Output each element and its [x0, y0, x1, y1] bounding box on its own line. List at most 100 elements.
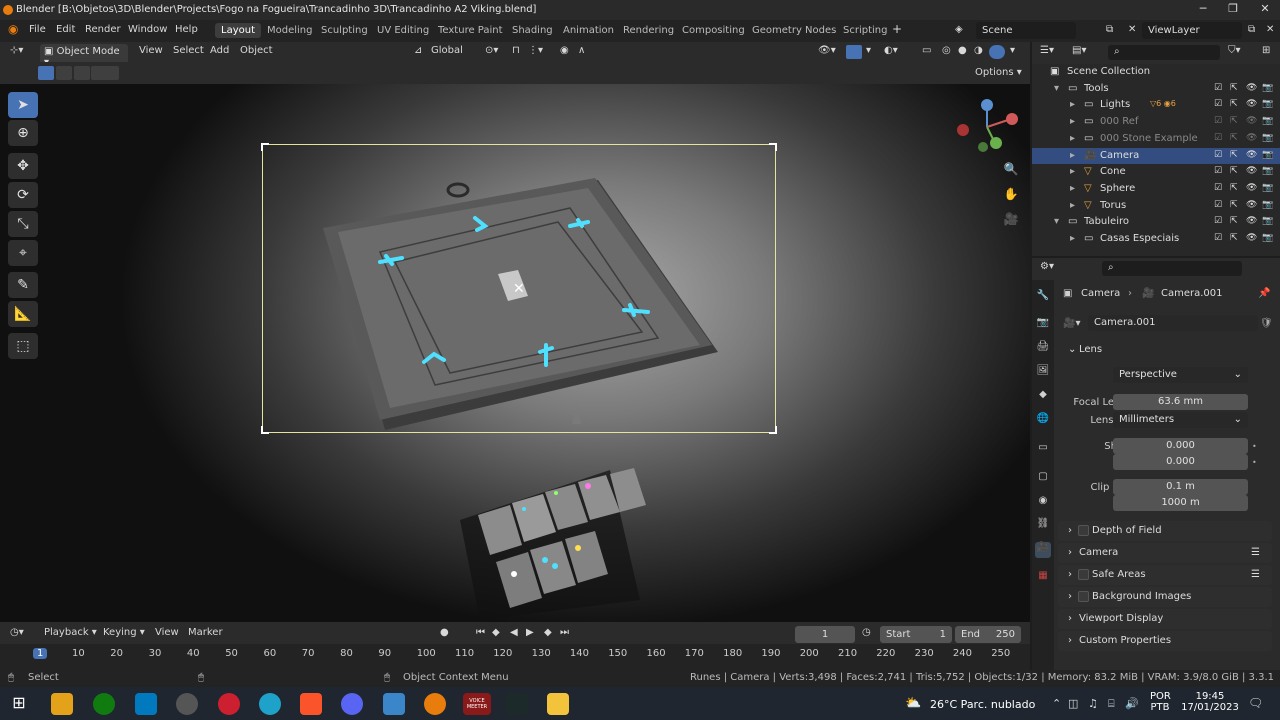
tray-app-icon[interactable]: ◫ — [1068, 697, 1078, 710]
close-button[interactable]: ✕ — [1250, 2, 1280, 18]
render-camera-icon[interactable]: 📷 — [1262, 200, 1273, 210]
constraints-tab-icon[interactable]: ⛓ — [1035, 518, 1051, 534]
record-icon[interactable]: ● — [440, 627, 449, 638]
keyframe-dot-icon[interactable]: • — [1252, 458, 1257, 467]
safe-areas-checkbox[interactable] — [1078, 569, 1089, 580]
clip-end-field[interactable]: 1000 m — [1113, 495, 1248, 511]
selectable-icon[interactable]: ⇱ — [1230, 216, 1238, 226]
eye-icon[interactable]: 👁 — [1246, 166, 1257, 176]
lens-section-header[interactable]: ⌄ Lens — [1058, 340, 1272, 360]
shading-dropdown-icon[interactable]: ▾ — [1010, 45, 1015, 56]
add-cube-tool[interactable]: ⬚ — [8, 333, 38, 359]
zoom-icon[interactable]: 🔍 — [1002, 162, 1020, 180]
visibility-checkbox-icon[interactable]: ☑ — [1214, 166, 1222, 176]
presets-list-icon[interactable]: ☰ — [1251, 547, 1260, 558]
pin-icon[interactable]: 📌 — [1258, 288, 1270, 299]
select-box-tool[interactable]: ➤ — [8, 92, 38, 118]
render-camera-icon[interactable]: 📷 — [1262, 183, 1273, 193]
shading-solid-icon[interactable]: ● — [958, 45, 967, 56]
end-frame-field[interactable]: End 250 — [955, 626, 1021, 643]
next-keyframe-icon[interactable]: ◆ — [544, 627, 552, 638]
depth-of-field-checkbox[interactable] — [1078, 525, 1089, 536]
outliner-row[interactable]: ▸ ▽ Torus ☑ ⇱ 👁 📷 — [1032, 198, 1280, 215]
play-icon[interactable]: ▶ — [526, 627, 534, 638]
file-explorer-icon[interactable] — [547, 693, 569, 715]
object-tab-icon[interactable]: ▢ — [1035, 471, 1051, 487]
play-reverse-icon[interactable]: ◀ — [510, 627, 518, 638]
outliner-row[interactable]: ▸ ▭ Lights ▽6 ◉6 ☑ ⇱ 👁 📷 — [1032, 97, 1280, 114]
eye-icon[interactable]: 👁 — [1246, 116, 1257, 126]
physics-tab-icon[interactable]: ◉ — [1035, 495, 1051, 511]
tab-layout[interactable]: Layout — [215, 23, 261, 38]
minimize-button[interactable]: ─ — [1188, 2, 1218, 18]
tab-uv-editing[interactable]: UV Editing — [371, 23, 435, 38]
maximize-button[interactable]: ❐ — [1218, 2, 1248, 18]
shift-x-field[interactable]: 0.000 — [1113, 438, 1248, 454]
selectable-icon[interactable]: ⇱ — [1230, 99, 1238, 109]
timeline-editor-icon[interactable]: ◷▾ — [10, 627, 24, 638]
select-mode-intersect-icon[interactable] — [103, 66, 119, 80]
expand-right-icon[interactable]: ▸ — [1070, 183, 1075, 194]
tab-geometry-nodes[interactable]: Geometry Nodes — [746, 23, 842, 38]
background-images-checkbox[interactable] — [1078, 591, 1089, 602]
clip-start-field[interactable]: 0.1 m — [1113, 479, 1248, 495]
axis-z-icon[interactable] — [981, 99, 993, 111]
scene-tab-icon[interactable]: ◆ — [1035, 389, 1051, 405]
measure-tool[interactable]: 📐 — [8, 301, 38, 327]
voicemeeter-icon[interactable]: VOICE MEETER — [463, 693, 491, 715]
visibility-checkbox-icon[interactable]: ☑ — [1214, 116, 1222, 126]
shading-material-icon[interactable]: ◑ — [974, 45, 983, 56]
render-camera-icon[interactable]: 📷 — [1262, 116, 1273, 126]
eye-icon[interactable]: 👁 — [1246, 99, 1257, 109]
pivot-point-icon[interactable]: ⊙▾ — [485, 45, 498, 56]
render-camera-icon[interactable]: 📷 — [1262, 150, 1273, 160]
navigation-gizmo[interactable] — [955, 95, 1025, 155]
menu-file[interactable]: File — [29, 24, 46, 35]
render-camera-icon[interactable]: 📷 — [1262, 166, 1273, 176]
expand-down-icon[interactable]: ▾ — [1054, 216, 1059, 227]
windows-start-icon[interactable]: ⊞ — [8, 693, 30, 715]
pan-hand-icon[interactable]: ✋ — [1002, 187, 1020, 205]
input-language[interactable]: POR PTB — [1150, 691, 1171, 713]
trello-icon[interactable] — [135, 693, 157, 715]
keyframe-dot-icon[interactable]: • — [1252, 442, 1257, 451]
overlay-icon[interactable]: ◐▾ — [884, 45, 898, 56]
scene-icon[interactable]: ◈ — [955, 24, 963, 35]
brave-icon[interactable] — [300, 693, 322, 715]
audio-app-icon[interactable] — [506, 693, 528, 715]
editor-type-icon[interactable]: ⊹▾ — [10, 45, 23, 56]
axis-x-icon[interactable] — [1006, 113, 1018, 125]
camera-section[interactable]: › Camera ☰ — [1058, 543, 1272, 563]
add-workspace-button[interactable]: + — [892, 22, 902, 36]
outliner-search-input[interactable]: ⌕ — [1108, 45, 1220, 60]
outliner-row[interactable]: ▸ 🎥 Camera ☑ ⇱ 👁 📷 — [1032, 147, 1280, 165]
background-images-section[interactable]: › Background Images — [1058, 587, 1272, 607]
select-mode-new-icon[interactable] — [38, 66, 54, 80]
menu-edit[interactable]: Edit — [56, 24, 75, 35]
tab-scripting[interactable]: Scripting — [837, 23, 893, 38]
shading-rendered-icon[interactable] — [989, 45, 1005, 59]
blender-menu-icon[interactable]: ◉ — [8, 22, 18, 36]
visibility-checkbox-icon[interactable]: ☑ — [1214, 200, 1222, 210]
eye-icon[interactable]: 👁 — [1246, 83, 1257, 93]
lens-unit-dropdown[interactable]: Millimeters ⌄ — [1113, 412, 1248, 428]
filter-icon[interactable]: ⛉▾ — [1228, 45, 1241, 56]
obs-icon[interactable] — [176, 693, 198, 715]
expand-right-icon[interactable]: ▸ — [1070, 133, 1075, 144]
render-tab-icon[interactable]: 📷 — [1035, 317, 1051, 333]
presets-list-icon[interactable]: ☰ — [1251, 569, 1260, 580]
outliner-row[interactable]: ▸ ▭ Casas Especiais ☑ ⇱ 👁 📷 — [1032, 231, 1280, 248]
move-tool[interactable]: ✥ — [8, 153, 38, 179]
outliner-row-scene-collection[interactable]: ▣ Scene Collection — [1032, 64, 1280, 81]
clock[interactable]: 19:45 17/01/2023 — [1180, 691, 1240, 713]
expand-right-icon[interactable]: ▸ — [1070, 200, 1075, 211]
tab-modeling[interactable]: Modeling — [261, 23, 319, 38]
falloff-icon[interactable]: ∧ — [578, 45, 585, 56]
prev-keyframe-icon[interactable]: ◆ — [492, 627, 500, 638]
texture-tab-icon[interactable]: ▦ — [1035, 570, 1051, 586]
jump-start-icon[interactable]: ⏮ — [476, 627, 485, 638]
menu-window[interactable]: Window — [128, 24, 167, 35]
menu-add[interactable]: Add — [210, 45, 229, 56]
gizmo-toggle-icon[interactable] — [846, 45, 862, 59]
render-camera-icon[interactable]: 📷 — [1262, 216, 1273, 226]
